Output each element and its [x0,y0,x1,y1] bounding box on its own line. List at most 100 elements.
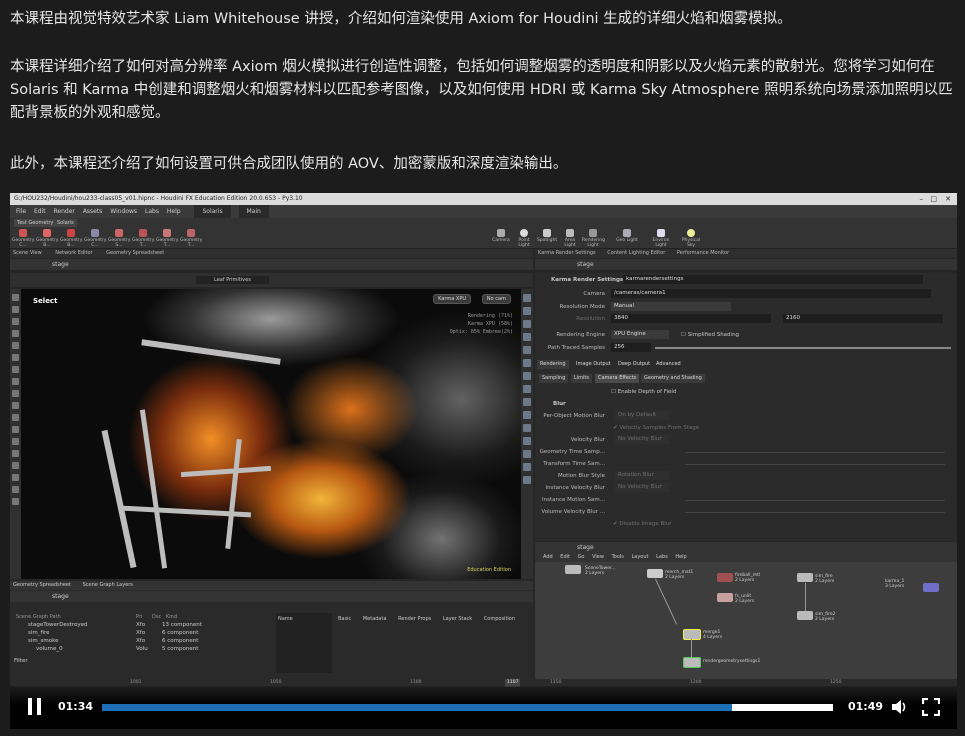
right-path-bar: stage [535,259,957,270]
tab-metadata[interactable]: Metadata [363,616,387,622]
progress-bar[interactable] [102,704,833,711]
scene-graph-panel: Geometry Spreadsheet Scene Graph Layers … [10,581,533,679]
shelf-tool: Geometry T... [132,229,154,248]
shelf-tool: Geometry C... [12,229,34,248]
lop-node[interactable] [717,573,733,582]
tab-basic[interactable]: Basic [338,616,351,622]
viewport-right-tools [521,289,533,579]
subtab-limits[interactable]: Limits [571,374,592,383]
resolution-width[interactable]: 3840 [611,314,771,323]
network-menu: Add Edit Go View Tools Layout Labs Help [535,553,957,562]
table-row[interactable]: stageTowerDestroyed Xfo 13 component [16,621,271,629]
light-tool: Area Light [559,229,581,248]
name-column: Name [278,616,293,622]
menu-file: File [16,208,27,215]
light-tool: Spotlight [536,229,558,247]
tab-composition[interactable]: Composition [484,616,515,622]
tower-beam [139,409,168,569]
node-name-field[interactable]: karmarendersettings [623,275,923,284]
camera-menu[interactable]: No cam [481,294,511,304]
filter-field[interactable]: Filter [14,657,28,665]
right-pane-tabs: Karma Render Settings Content Lighting E… [535,249,957,258]
stage-path: stage [52,261,69,268]
dof-checkbox[interactable]: ☐ Enable Depth of Field [611,387,676,397]
simplified-shading-checkbox[interactable]: ☐ Simplified Shading [681,330,739,340]
tower-beam [141,339,281,365]
duration: 01:49 [848,700,884,713]
left-path-bar: stage [10,259,533,270]
tab-render-props[interactable]: Render Props [398,616,431,622]
shelf-tab-test-geometry: Test Geometry [14,219,57,227]
render-settings-node[interactable] [683,657,701,668]
light-tool: Physical Sky [680,229,702,248]
menu-windows: Windows [110,208,138,215]
window-title: G:/HOU232/Houdini/hou233-class05_v01.hip… [14,195,303,202]
volume-icon[interactable] [890,698,908,716]
tab-layer-stack[interactable]: Layer Stack [443,616,472,622]
viewport-toolbar: Leaf Primitives [10,273,533,287]
description-details: 本课程详细介绍了如何对高分辨率 Axiom 烟火模拟进行创造性调整，包括如何调整… [10,59,953,121]
light-tool: Environ Light [650,229,672,248]
tower-beam [180,465,272,478]
scene-viewport[interactable]: Select Karma XPU No cam Rendering (71%) … [21,289,521,579]
description-extra: 此外，本课程还介绍了如何设置可供合成团队使用的 AOV、加密蒙版和深度渲染输出。 [10,156,568,172]
shelf: Test Geometry Solaris Geometry C... Geom… [10,218,957,249]
lop-node[interactable] [647,569,663,578]
rendering-engine-select[interactable]: XPU Engine [611,330,669,339]
tab-rendering[interactable]: Rendering [537,360,569,369]
light-tool: Point Light [513,229,535,248]
description-intro: 本课程由视觉特效艺术家 Liam Whitehouse 讲授，介绍如何渲染使用 … [10,11,792,27]
camera-field[interactable]: /cameras/camera1 [611,289,931,298]
video-player[interactable]: G:/HOU232/Houdini/hou233-class05_v01.hip… [10,193,957,729]
window-title-bar: G:/HOU232/Houdini/hou233-class05_v01.hip… [10,193,957,205]
network-path-bar: stage [535,542,957,553]
subtab-sampling[interactable]: Sampling [539,374,569,383]
table-row[interactable]: sim_fire Xfo 6 component [16,629,271,637]
merge-node[interactable] [683,629,701,640]
shelf-tool: Geometry S... [108,229,130,248]
edition-watermark: Education Edition [467,567,511,573]
tab-deep-output[interactable]: Deep Output [615,360,654,369]
tab-scene-graph-layers[interactable]: Scene Graph Layers [83,582,133,588]
fullscreen-icon[interactable] [922,698,940,716]
progress-fill [102,704,733,711]
shelf-tool: Geometry B... [60,229,82,248]
select-tool-label: Select [33,297,58,305]
tower-beam [101,429,137,569]
subtab-camera-effects[interactable]: Camera Effects [595,374,640,383]
pause-icon[interactable] [28,698,42,715]
parameter-pane: Karma Render Settings karmarendersetting… [535,273,957,541]
minimize-icon: – [919,195,924,203]
menu-bar: File Edit Render Assets Windows Labs Hel… [10,205,957,218]
lop-node[interactable] [923,583,939,592]
samples-field[interactable]: 256 [611,343,651,352]
lop-node[interactable] [797,573,813,582]
subtab-geometry-shading[interactable]: Geometry and Shading [641,374,705,383]
left-pane-tabs: Scene View Network Editor Geometry Sprea… [10,249,533,258]
menu-labs: Labs [144,208,159,215]
lop-node[interactable] [717,593,733,602]
tab-image-output[interactable]: Image Output [573,360,614,369]
table-row[interactable]: sim_smoke Xfo 6 component [16,637,271,645]
shelf-tool: Geometry B... [36,229,58,248]
viewport-left-tools [10,289,21,579]
table-row[interactable]: volume_0 Volu 5 component [16,645,271,653]
network-editor[interactable]: Add Edit Go View Tools Layout Labs Help … [535,553,957,679]
samples-slider[interactable] [655,347,951,349]
current-time: 01:34 [58,700,94,713]
renderer-menu[interactable]: Karma XPU [433,294,471,304]
main-select: Main [238,205,269,218]
node-wire [805,583,806,611]
desktop-select: Solaris [194,205,231,218]
menu-render: Render [53,208,75,215]
light-tool: Geo Light [616,229,638,247]
node-wire [691,639,692,657]
lop-node[interactable] [565,565,581,574]
resolution-mode-select[interactable]: Manual [611,302,731,311]
resolution-height[interactable]: 2160 [783,314,943,323]
tab-geometry-spreadsheet[interactable]: Geometry Spreadsheet [13,582,71,588]
light-tool: Rendering Light [582,229,605,248]
lop-node[interactable] [797,611,813,620]
tab-advanced[interactable]: Advanced [653,360,684,369]
shelf-tool: Geometry C... [84,229,106,248]
